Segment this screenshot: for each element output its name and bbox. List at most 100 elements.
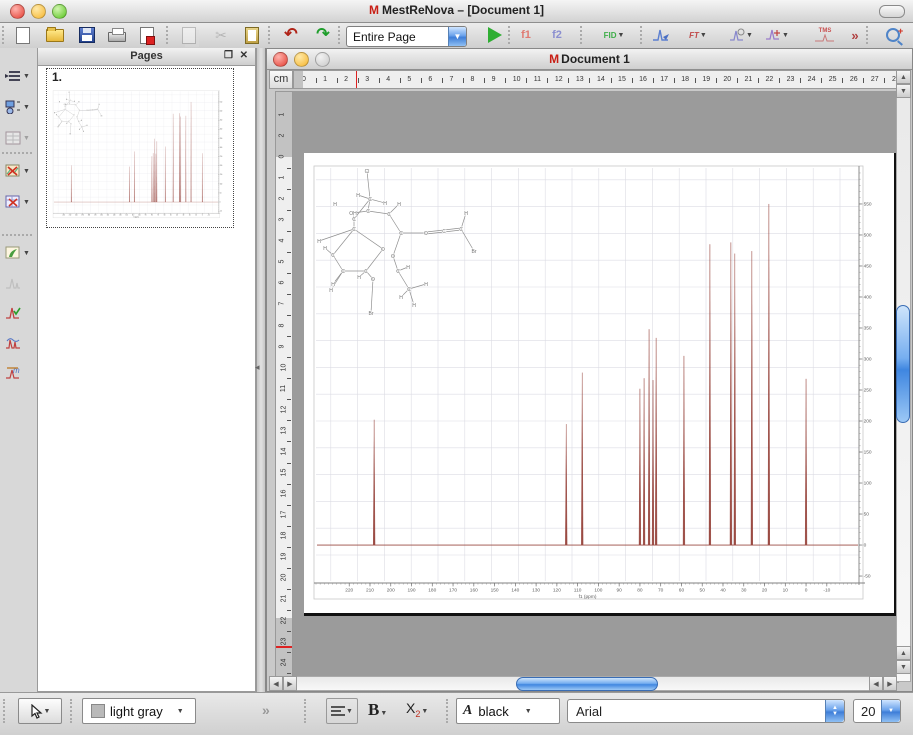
export-pdf-button[interactable] (134, 25, 160, 45)
paragraph-align-button[interactable]: ▼ (326, 698, 358, 724)
page-thumbnail[interactable]: 1. 2202102001901801701601501401301201101… (46, 68, 234, 228)
f2-button[interactable]: f2 (544, 25, 570, 45)
print-button[interactable] (104, 25, 130, 45)
scroll-left-icon[interactable]: ◀ (869, 676, 883, 691)
scroll-right-icon[interactable]: ▶ (883, 676, 897, 691)
scroll-down-icon[interactable]: ▼ (896, 660, 911, 674)
nmr-spectrum-object[interactable]: 2202102001901801701601501401301201101009… (304, 153, 894, 616)
svg-text:O: O (381, 247, 385, 253)
svg-text:Br: Br (369, 311, 374, 317)
chevron-down-icon: ▼ (746, 32, 753, 39)
subscript-button[interactable]: X2▼ (406, 700, 428, 719)
table-button[interactable]: ▼ (3, 127, 37, 149)
svg-text:H: H (464, 211, 468, 217)
svg-text:80: 80 (637, 588, 643, 594)
svg-text:O: O (371, 277, 375, 283)
horizontal-scroll-thumb[interactable] (516, 677, 658, 691)
peak-picking-button[interactable] (3, 302, 37, 324)
document-logo-icon: M (549, 52, 559, 66)
view-zoom-select[interactable]: Entire Page ▼ (346, 26, 467, 47)
zoom-in-button[interactable]: + (880, 25, 906, 45)
table-icon (5, 131, 21, 145)
open-button[interactable] (42, 25, 68, 45)
title-bar[interactable]: MMestReNova – [Document 1] (0, 0, 913, 23)
document-title-bar[interactable]: MDocument 1 (267, 49, 912, 70)
new-document-icon (16, 27, 30, 44)
ruler-unit-box[interactable]: cm (269, 70, 293, 89)
document-canvas[interactable]: 2202102001901801701601501401301201101009… (293, 91, 899, 683)
page-thumbnail-preview: 2202102001901801701601501401301201101009… (50, 87, 229, 225)
copy-button[interactable] (176, 25, 202, 45)
bottom-overflow-button[interactable]: » (262, 702, 270, 718)
baseline-correction-button[interactable]: ▼ (760, 25, 794, 45)
image-tools-button[interactable]: ▼ (3, 160, 37, 182)
multiplet-analysis-button[interactable] (3, 332, 37, 354)
fid-label: FID (604, 31, 617, 40)
peaks-button[interactable] (3, 272, 37, 294)
text-color-select[interactable]: A black ▼ (456, 698, 560, 724)
chevron-down-icon: ▼ (23, 104, 30, 111)
font-size-select[interactable]: 20 ▼ (853, 699, 901, 723)
view-zoom-dropdown-button[interactable]: ▼ (448, 27, 466, 46)
svg-text:C: C (352, 217, 356, 223)
font-stepper-button[interactable]: ▲▼ (825, 700, 844, 722)
alignment-button[interactable]: ▼ (3, 96, 37, 118)
toolbar-overflow-button[interactable]: » (842, 25, 868, 45)
object-color-select[interactable]: light gray ▼ (82, 698, 196, 724)
spectrum-arrow-button[interactable] (648, 25, 674, 45)
play-icon (488, 27, 502, 43)
svg-text:H: H (323, 246, 327, 252)
svg-text:130: 130 (532, 588, 540, 594)
vertical-scroll-thumb[interactable] (896, 305, 910, 423)
scroll-left-icon[interactable]: ◀ (269, 676, 283, 691)
svg-text:-10: -10 (823, 588, 830, 594)
undo-icon: ↶ (284, 28, 297, 42)
fid-dropdown-button[interactable]: FID▼ (596, 25, 632, 45)
svg-text:550: 550 (864, 202, 872, 208)
scroll-up-icon[interactable]: ▲ (896, 646, 911, 660)
table-tools-button[interactable]: ▼ (3, 191, 37, 213)
bold-button[interactable]: B▼ (368, 700, 387, 720)
run-button[interactable] (482, 25, 508, 45)
pages-panel-header[interactable]: Pages ❐ ✕ (38, 48, 255, 66)
scroll-up-icon[interactable]: ▲ (896, 70, 911, 84)
scroll-right-icon[interactable]: ▶ (283, 676, 297, 691)
close-panel-icon[interactable]: ✕ (240, 50, 248, 62)
svg-text:190: 190 (408, 588, 416, 594)
splitter-collapse-arrow[interactable]: ◂ (255, 362, 260, 373)
text-color-A-icon: A (463, 703, 472, 719)
page-setup-button[interactable]: ▼ (3, 65, 37, 87)
svg-text:C: C (407, 287, 411, 293)
font-family-value: Arial (568, 704, 825, 719)
font-family-select[interactable]: Arial ▲▼ (567, 699, 845, 723)
svg-text:450: 450 (864, 264, 872, 270)
svg-text:500: 500 (864, 233, 872, 239)
overflow-chevrons: » (851, 28, 858, 43)
graphics-button[interactable]: ▼ (3, 242, 37, 264)
toolbar-toggle-pill[interactable] (879, 5, 905, 18)
phase-correction-button[interactable]: ▼ (724, 25, 758, 45)
pages-panel-title: Pages (130, 50, 162, 62)
undo-button[interactable]: ↶ (278, 25, 304, 45)
scroll-down-icon[interactable]: ▼ (896, 84, 911, 98)
integration-button[interactable]: m (3, 362, 37, 384)
svg-text:60: 60 (679, 588, 685, 594)
fourier-transform-button[interactable]: FT▼ (682, 25, 714, 45)
document-page[interactable]: 2202102001901801701601501401301201101009… (304, 153, 897, 616)
paste-button[interactable] (239, 25, 265, 45)
print-icon (108, 32, 126, 42)
font-size-dropdown-button[interactable]: ▼ (881, 700, 900, 722)
svg-text:210: 210 (366, 588, 374, 594)
cut-button[interactable]: ✂ (208, 25, 234, 45)
text-color-value: black (478, 704, 508, 719)
tms-reference-button[interactable]: TMS (808, 25, 842, 45)
f1-button[interactable]: f1 (513, 25, 539, 45)
svg-text:H: H (356, 193, 360, 199)
redo-button[interactable]: ↷ (310, 25, 336, 45)
save-button[interactable] (74, 25, 100, 45)
new-document-button[interactable] (10, 25, 36, 45)
float-panel-icon[interactable]: ❐ (224, 50, 233, 62)
cursor-tool-button[interactable]: ▼ (18, 698, 62, 724)
svg-text:H: H (397, 202, 401, 208)
svg-text:400: 400 (864, 295, 872, 301)
